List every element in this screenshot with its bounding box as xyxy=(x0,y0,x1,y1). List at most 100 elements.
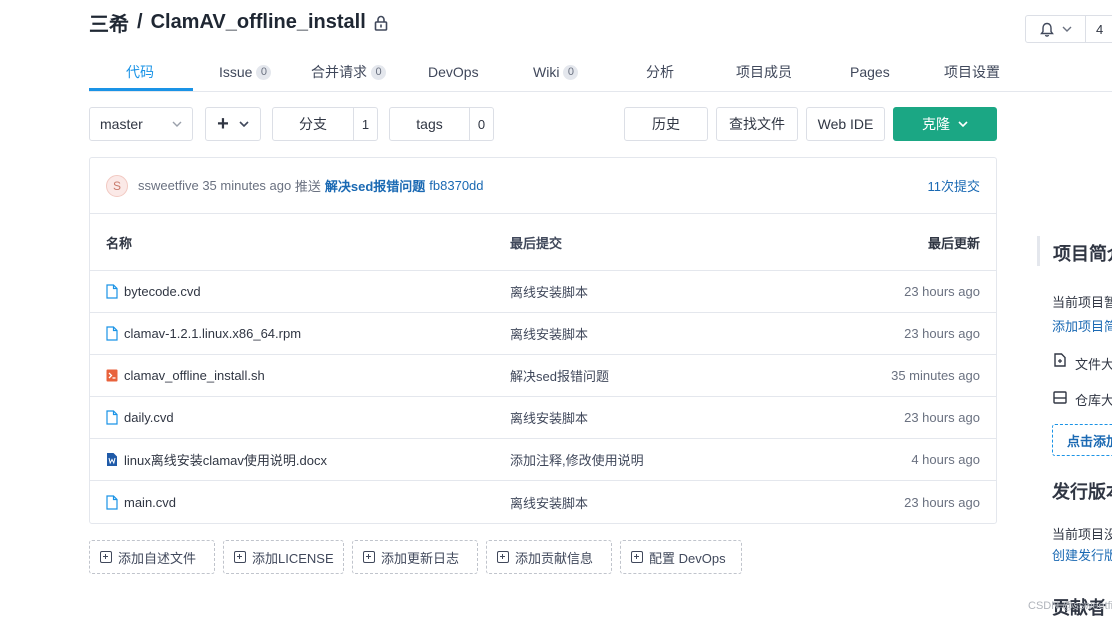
file-time: 23 hours ago xyxy=(904,284,980,299)
file-name-cell[interactable]: main.cvd xyxy=(90,495,510,510)
table-row[interactable]: linux离线安装clamav使用说明.docx 添加注释,修改使用说明 4 h… xyxy=(90,439,996,481)
lock-icon xyxy=(374,15,388,31)
file-commit[interactable]: 离线安装脚本 xyxy=(510,282,830,301)
file-name-cell[interactable]: bytecode.cvd xyxy=(90,284,510,299)
commit-count-link[interactable]: 11次提交 xyxy=(928,176,981,195)
file-name[interactable]: main.cvd xyxy=(124,495,176,510)
tab-badge: 0 xyxy=(371,64,386,80)
file-name[interactable]: clamav_offline_install.sh xyxy=(124,368,265,383)
file-name[interactable]: clamav-1.2.1.linux.x86_64.rpm xyxy=(124,326,301,341)
watermark: CSDN @ssweetfive xyxy=(1028,600,1112,612)
plus-square-icon xyxy=(234,551,246,563)
commit-author[interactable]: ssweetfive xyxy=(138,178,199,193)
sidebar-add-button[interactable]: 点击添加 xyxy=(1052,424,1112,456)
table-row[interactable]: daily.cvd 离线安装脚本 23 hours ago xyxy=(90,397,996,439)
tab-settings[interactable]: 项目设置 xyxy=(944,52,1000,92)
add-button-label: 添加更新日志 xyxy=(381,550,460,566)
file-commit[interactable]: 添加注释,修改使用说明 xyxy=(510,450,830,469)
add-contributing-button[interactable]: 添加贡献信息 xyxy=(486,540,612,574)
add-button-label: 添加贡献信息 xyxy=(515,550,594,566)
releases-text: 当前项目没 xyxy=(1052,527,1112,542)
tags-button[interactable]: tags 0 xyxy=(389,107,494,141)
create-release-link[interactable]: 创建发行版 xyxy=(1052,545,1112,564)
tab-pages[interactable]: Pages xyxy=(850,52,890,92)
tab-code[interactable]: 代码 xyxy=(126,52,154,92)
project-intro-title: 项目简介 xyxy=(1053,244,1112,264)
file-time: 23 hours ago xyxy=(904,326,980,341)
file-name[interactable]: daily.cvd xyxy=(124,410,174,425)
file-size-icon xyxy=(1054,353,1066,367)
header-last-commit: 最后提交 xyxy=(510,235,563,251)
file-name-cell[interactable]: clamav-1.2.1.linux.x86_64.rpm xyxy=(90,326,510,341)
branch-name: master xyxy=(100,116,143,132)
active-tab-indicator xyxy=(89,88,193,91)
tab-label: DevOps xyxy=(428,64,479,80)
add-changelog-button[interactable]: 添加更新日志 xyxy=(352,540,478,574)
table-row[interactable]: clamav_offline_install.sh 解决sed报错问题 35 m… xyxy=(90,355,996,397)
table-header: 名称 最后提交 最后更新 xyxy=(90,214,996,271)
tab-devops[interactable]: DevOps xyxy=(428,52,479,92)
branches-label: 分支 xyxy=(299,116,327,132)
commit-message[interactable]: 解决sed报错问题 xyxy=(325,176,425,195)
repo-title: 三希 / ClamAV_offline_install xyxy=(89,8,388,37)
tab-wiki[interactable]: Wiki 0 xyxy=(533,52,579,92)
tab-label: Issue xyxy=(219,64,253,80)
chevron-down-icon xyxy=(1062,26,1071,32)
history-button[interactable]: 历史 xyxy=(624,107,708,141)
file-name[interactable]: linux离线安装clamav使用说明.docx xyxy=(124,450,327,469)
repo-owner[interactable]: 三希 xyxy=(89,8,129,37)
plus-icon: + xyxy=(217,113,229,135)
tab-analytics[interactable]: 分析 xyxy=(646,52,674,92)
tab-merge-requests[interactable]: 合并请求 0 xyxy=(311,52,386,92)
file-commit[interactable]: 离线安装脚本 xyxy=(510,408,830,427)
header-name: 名称 xyxy=(106,235,133,251)
file-name-cell[interactable]: clamav_offline_install.sh xyxy=(90,368,510,383)
repo-size-icon xyxy=(1053,391,1067,404)
table-row[interactable]: clamav-1.2.1.linux.x86_64.rpm 离线安装脚本 23 … xyxy=(90,313,996,355)
web-ide-button[interactable]: Web IDE xyxy=(806,107,885,141)
tab-members[interactable]: 项目成员 xyxy=(736,52,792,92)
watch-count[interactable]: 4 xyxy=(1086,22,1103,37)
repo-name[interactable]: ClamAV_offline_install xyxy=(151,11,366,34)
chevron-down-icon xyxy=(172,121,182,127)
file-name-cell[interactable]: daily.cvd xyxy=(90,410,510,425)
releases-title: 发行版本 xyxy=(1052,482,1112,502)
file-size-label: 文件大 xyxy=(1075,357,1112,372)
file-icon xyxy=(106,284,118,299)
add-intro-link[interactable]: 添加项目简 xyxy=(1052,316,1112,335)
avatar[interactable]: S xyxy=(106,174,128,197)
add-button-label: 配置 DevOps xyxy=(649,550,726,566)
branch-select[interactable]: master xyxy=(89,107,193,141)
chevron-down-icon xyxy=(958,121,968,127)
add-license-button[interactable]: 添加LICENSE xyxy=(223,540,344,574)
table-row[interactable]: main.cvd 离线安装脚本 23 hours ago xyxy=(90,481,996,523)
add-menu-button[interactable]: + xyxy=(205,107,261,141)
find-file-button[interactable]: 查找文件 xyxy=(716,107,798,141)
word-doc-icon xyxy=(107,453,117,466)
commit-hash[interactable]: fb8370dd xyxy=(429,178,483,193)
bell-icon xyxy=(1039,22,1054,37)
plus-square-icon xyxy=(363,551,375,563)
file-icon xyxy=(106,410,118,425)
tags-label: tags xyxy=(416,116,443,132)
clone-label: 克隆 xyxy=(922,116,950,132)
branches-button[interactable]: 分支 1 xyxy=(272,107,378,141)
add-readme-button[interactable]: 添加自述文件 xyxy=(89,540,215,574)
tab-issue[interactable]: Issue 0 xyxy=(219,52,272,92)
tab-label: 项目设置 xyxy=(944,64,1000,80)
file-commit[interactable]: 解决sed报错问题 xyxy=(510,366,830,385)
tab-label: Wiki xyxy=(533,64,560,80)
project-intro-text: 当前项目暂 xyxy=(1052,295,1112,310)
file-commit[interactable]: 离线安装脚本 xyxy=(510,493,830,512)
clone-button[interactable]: 克隆 xyxy=(893,107,997,141)
file-icon xyxy=(106,494,118,510)
file-name-cell[interactable]: linux离线安装clamav使用说明.docx xyxy=(90,450,510,469)
file-panel: S ssweetfive 35 minutes ago 推送 解决sed报错问题… xyxy=(89,157,997,524)
file-time: 23 hours ago xyxy=(904,410,980,425)
table-row[interactable]: bytecode.cvd 离线安装脚本 23 hours ago xyxy=(90,271,996,313)
file-name[interactable]: bytecode.cvd xyxy=(124,284,201,299)
watch-button[interactable] xyxy=(1026,16,1086,42)
commit-time: 35 minutes ago xyxy=(202,178,292,193)
file-commit[interactable]: 离线安装脚本 xyxy=(510,324,830,343)
configure-devops-button[interactable]: 配置 DevOps xyxy=(620,540,742,574)
